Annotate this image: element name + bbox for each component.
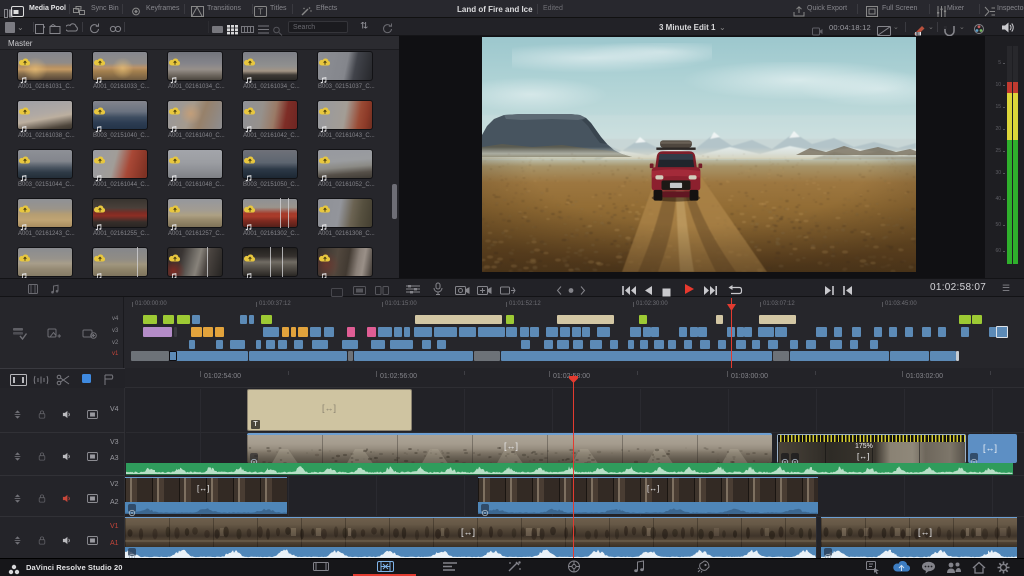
svg-text:T: T [258, 8, 263, 17]
